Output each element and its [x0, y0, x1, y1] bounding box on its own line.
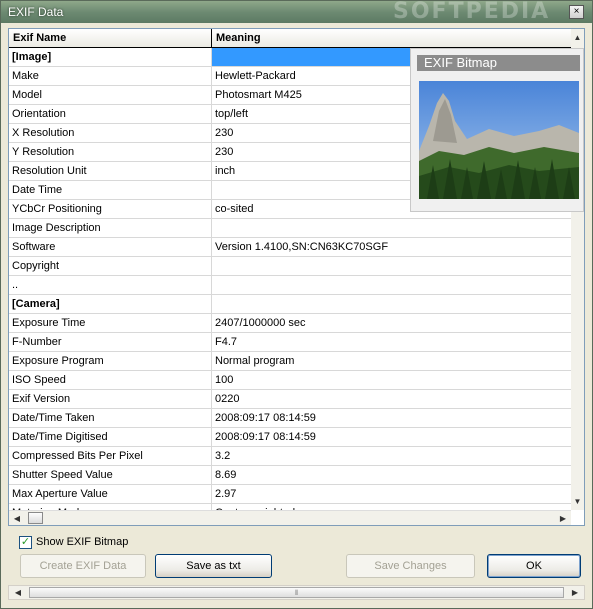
exif-name-cell[interactable]: Y Resolution [9, 143, 212, 161]
exif-name-cell[interactable]: Orientation [9, 105, 212, 123]
ok-button[interactable]: OK [487, 554, 581, 578]
exif-name-cell[interactable]: Make [9, 67, 212, 85]
exif-name-cell[interactable]: Model [9, 86, 212, 104]
exif-name-cell[interactable]: X Resolution [9, 124, 212, 142]
table-row[interactable]: Date/Time Digitised 2008:09:17 08:14:59 [9, 428, 571, 447]
table-row[interactable]: Exif Version 0220 [9, 390, 571, 409]
exif-name-cell[interactable]: YCbCr Positioning [9, 200, 212, 218]
exif-name-cell[interactable]: Date/Time Taken [9, 409, 212, 427]
exif-name-cell[interactable]: Shutter Speed Value [9, 466, 212, 484]
exif-name-cell[interactable]: Resolution Unit [9, 162, 212, 180]
table-row[interactable]: F-Number F4.7 [9, 333, 571, 352]
table-row[interactable]: Copyright [9, 257, 571, 276]
window-title: EXIF Data [8, 5, 64, 19]
scroll-left-arrow-icon[interactable]: ◀ [11, 512, 23, 525]
meaning-cell[interactable]: 0220 [212, 390, 571, 408]
meaning-cell[interactable]: 8.69 [212, 466, 571, 484]
table-row[interactable]: Compressed Bits Per Pixel 3.2 [9, 447, 571, 466]
exif-bitmap-title: EXIF Bitmap [417, 55, 580, 71]
meaning-cell[interactable] [212, 276, 571, 294]
scroll-right-arrow-icon[interactable]: ▶ [557, 512, 569, 525]
exif-name-cell[interactable]: Copyright [9, 257, 212, 275]
scroll-up-arrow-icon[interactable]: ▲ [571, 31, 584, 44]
table-row[interactable]: Exposure Program Normal program [9, 352, 571, 371]
exif-name-cell[interactable]: [Camera] [9, 295, 212, 313]
exif-name-cell[interactable]: Exposure Program [9, 352, 212, 370]
bottom-scroll-thumb[interactable]: ⦀ [29, 587, 564, 598]
scroll-thumb[interactable] [28, 512, 43, 524]
meaning-cell[interactable]: 3.2 [212, 447, 571, 465]
show-bitmap-checkbox[interactable]: ✓ [19, 536, 32, 549]
exif-name-cell[interactable]: [Image] [9, 48, 212, 66]
table-row[interactable]: .. [9, 276, 571, 295]
bottom-scroll-left-icon[interactable]: ◀ [12, 586, 24, 599]
meaning-cell[interactable] [212, 257, 571, 275]
grid-header: Exif Name Meaning [9, 29, 571, 48]
title-bar[interactable]: SOFTPEDIA EXIF Data × [1, 1, 592, 23]
exif-data-window: SOFTPEDIA EXIF Data × Exif Name Meaning … [0, 0, 593, 609]
create-exif-data-button[interactable]: Create EXIF Data [20, 554, 146, 578]
table-row[interactable]: Shutter Speed Value 8.69 [9, 466, 571, 485]
meaning-cell[interactable]: 100 [212, 371, 571, 389]
watermark: SOFTPEDIA [393, 1, 551, 23]
exif-thumbnail-image [419, 81, 579, 199]
exif-name-cell[interactable]: Date Time [9, 181, 212, 199]
horizontal-scrollbar[interactable]: ◀ ▶ [9, 510, 571, 525]
section-row[interactable]: [Camera] [9, 295, 571, 314]
meaning-cell[interactable]: F4.7 [212, 333, 571, 351]
meaning-cell[interactable]: 2008:09:17 08:14:59 [212, 409, 571, 427]
table-row[interactable]: ISO Speed 100 [9, 371, 571, 390]
exif-bitmap-panel: EXIF Bitmap [410, 48, 584, 212]
exif-name-cell[interactable]: Exposure Time [9, 314, 212, 332]
meaning-cell[interactable]: 2008:09:17 08:14:59 [212, 428, 571, 446]
show-bitmap-label[interactable]: Show EXIF Bitmap [36, 536, 128, 548]
meaning-cell[interactable]: Normal program [212, 352, 571, 370]
table-row[interactable]: Image Description [9, 219, 571, 238]
exif-name-cell[interactable]: Date/Time Digitised [9, 428, 212, 446]
exif-name-cell[interactable]: Max Aperture Value [9, 485, 212, 503]
exif-name-cell[interactable]: Compressed Bits Per Pixel [9, 447, 212, 465]
meaning-cell[interactable]: 2407/1000000 sec [212, 314, 571, 332]
exif-name-cell[interactable]: F-Number [9, 333, 212, 351]
meaning-cell[interactable] [212, 295, 571, 313]
exif-name-cell[interactable]: Image Description [9, 219, 212, 237]
table-row[interactable]: Max Aperture Value 2.97 [9, 485, 571, 504]
bottom-scroll-right-icon[interactable]: ▶ [569, 586, 581, 599]
exif-name-cell[interactable]: Exif Version [9, 390, 212, 408]
scroll-down-arrow-icon[interactable]: ▼ [571, 495, 584, 508]
meaning-cell[interactable]: 2.97 [212, 485, 571, 503]
meaning-cell[interactable]: Version 1.4100,SN:CN63KC70SGF [212, 238, 571, 256]
close-button[interactable]: × [569, 5, 584, 19]
save-changes-button[interactable]: Save Changes [346, 554, 475, 578]
table-row[interactable]: Date/Time Taken 2008:09:17 08:14:59 [9, 409, 571, 428]
column-header-exif-name[interactable]: Exif Name [9, 29, 212, 47]
save-as-txt-button[interactable]: Save as txt [155, 554, 272, 578]
exif-name-cell[interactable]: ISO Speed [9, 371, 212, 389]
meaning-cell[interactable] [212, 219, 571, 237]
table-row[interactable]: Software Version 1.4100,SN:CN63KC70SGF [9, 238, 571, 257]
exif-name-cell[interactable]: Software [9, 238, 212, 256]
bottom-scrollbar[interactable]: ◀ ⦀ ▶ [8, 585, 585, 600]
column-header-meaning[interactable]: Meaning [212, 29, 571, 47]
exif-name-cell[interactable]: .. [9, 276, 212, 294]
table-row[interactable]: Exposure Time 2407/1000000 sec [9, 314, 571, 333]
